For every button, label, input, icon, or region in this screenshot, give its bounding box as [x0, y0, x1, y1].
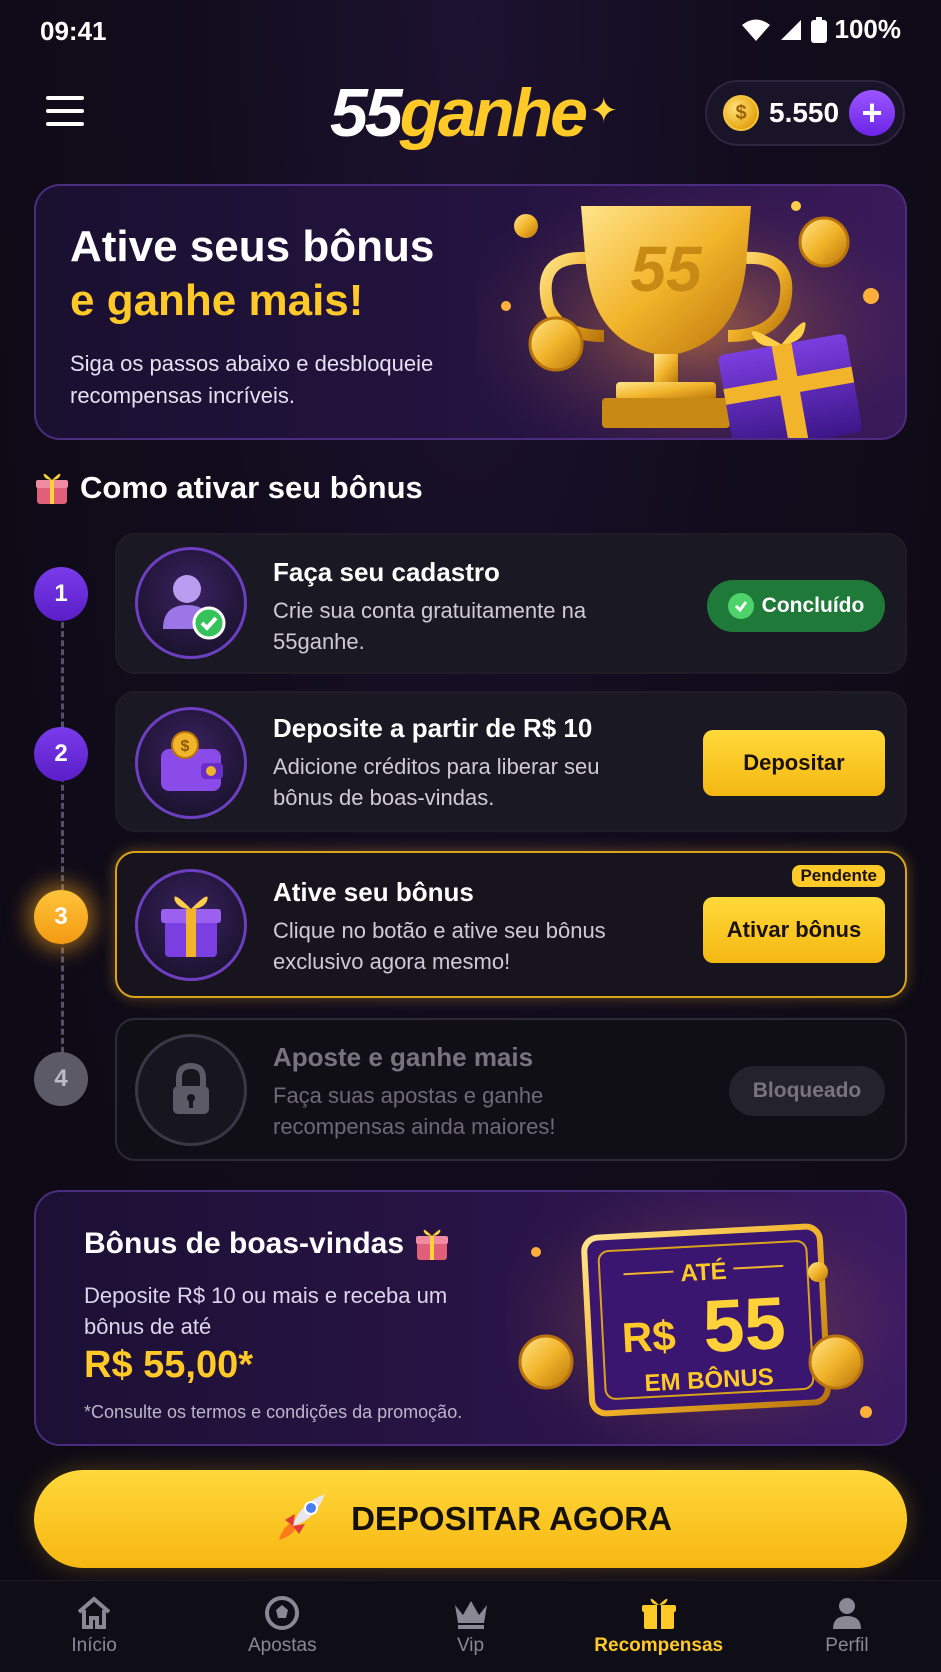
nav-label: Recompensas: [594, 1635, 724, 1656]
gift-icon: [641, 1598, 676, 1629]
menu-icon-bar: [46, 122, 84, 126]
step-card-register: Faça seu cadastro Crie sua conta gratuit…: [115, 533, 907, 674]
logo-part-number: 55: [330, 75, 403, 151]
pending-badge: Pendente: [792, 865, 885, 887]
bonus-ticket-illustration: ATÉ R$ 55 EM BÔNUS: [506, 1192, 905, 1444]
deposit-now-button[interactable]: DEPOSITAR AGORA: [34, 1470, 907, 1568]
home-icon: [77, 1596, 111, 1629]
soccer-ball-icon: [265, 1596, 300, 1630]
logo-part-word: ganhe: [399, 75, 588, 151]
balance-pill[interactable]: $ 5.550 +: [705, 80, 905, 146]
step-title: Ative seu bônus: [273, 877, 474, 907]
coin-icon: $: [723, 95, 759, 131]
rocket-icon: [279, 1494, 326, 1540]
gift-icon: [36, 473, 68, 504]
gift-icon: [416, 1229, 449, 1260]
step-title: Deposite a partir de R$ 10: [273, 713, 593, 743]
completed-badge: Concluído: [707, 580, 885, 632]
balance-value: 5.550: [769, 97, 840, 128]
cta-label: DEPOSITAR AGORA: [351, 1500, 672, 1537]
bonus-description: Deposite R$ 10 ou mais e receba um bônus…: [84, 1283, 448, 1339]
nav-label: Apostas: [247, 1635, 317, 1656]
bonus-amount: R$ 55,00*: [84, 1344, 254, 1386]
app-logo[interactable]: 55ganhe ✦: [330, 68, 618, 158]
bonus-title-text: Bônus de boas-vindas: [84, 1227, 405, 1260]
hero-title-line1: Ative seus bônus: [70, 222, 435, 271]
ticket-top-text: ATÉ: [680, 1257, 728, 1287]
nav-item-perfil[interactable]: Perfil: [753, 1581, 941, 1672]
ticket-currency: R$: [621, 1312, 677, 1362]
welcome-bonus-card: Bônus de boas-vindas Deposite R$ 10 ou m…: [34, 1190, 907, 1446]
nav-label: Perfil: [825, 1635, 869, 1656]
step-number: 1: [34, 567, 88, 621]
step-card-deposit: $ Deposite a partir de R$ 10 Adicione cr…: [115, 691, 907, 832]
hero-subtitle: Siga os passos abaixo e desbloqueie reco…: [70, 351, 434, 408]
step-number: 4: [34, 1052, 88, 1106]
signal-icon: [780, 19, 801, 40]
step-card-activate: Pendente Ative seu bônus Clique no botão…: [115, 851, 907, 998]
hero-title-line2: e ganhe mais!: [70, 276, 364, 325]
trophy-number: 55: [630, 233, 703, 305]
nav-item-apostas[interactable]: Apostas: [188, 1581, 376, 1672]
menu-icon-bar: [46, 109, 84, 113]
wallet-icon: $: [135, 707, 247, 819]
nav-label: Início: [71, 1635, 117, 1656]
nav-label: Vip: [456, 1635, 485, 1656]
menu-icon-bar: [46, 96, 84, 100]
menu-button[interactable]: [46, 96, 84, 126]
crown-icon: [454, 1601, 487, 1629]
step-number: 3: [34, 890, 88, 944]
hero-banner: Ative seus bônus e ganhe mais! Siga os p…: [34, 184, 907, 440]
completed-label: Concluído: [761, 594, 865, 617]
step-description: Faça suas apostas e ganhe recompensas ai…: [273, 1083, 556, 1139]
nav-item-recompensas[interactable]: Recompensas: [565, 1581, 753, 1672]
step-number: 2: [34, 727, 88, 781]
bottom-navigation: Início Apostas Vip Recompensas Perfil: [0, 1580, 941, 1672]
deposit-button[interactable]: Depositar: [703, 730, 885, 796]
step-title: Aposte e ganhe mais: [273, 1042, 534, 1072]
nav-item-inicio[interactable]: Início: [0, 1581, 188, 1672]
battery-icon: [810, 16, 827, 43]
locked-button: Bloqueado: [729, 1066, 885, 1116]
step-description: Crie sua conta gratuitamente na 55ganhe.: [273, 598, 587, 654]
status-time: 09:41: [40, 16, 107, 46]
user-check-icon: [135, 547, 247, 659]
lock-icon: [135, 1034, 247, 1146]
gift-icon: [135, 869, 247, 981]
timeline-connector: [61, 595, 64, 1080]
section-title-text: Como ativar seu bônus: [80, 470, 423, 505]
bonus-terms: *Consulte os termos e condições da promo…: [84, 1402, 463, 1422]
status-icons: 100%: [741, 14, 902, 45]
section-title: Como ativar seu bônus: [34, 470, 423, 506]
sparkle-icon: ✦: [589, 92, 618, 130]
bonus-title: Bônus de boas-vindas: [84, 1226, 450, 1262]
step-title: Faça seu cadastro: [273, 557, 500, 587]
step-card-bet: Aposte e ganhe mais Faça suas apostas e …: [115, 1018, 907, 1161]
step-description: Clique no botão e ative seu bônus exclus…: [273, 918, 606, 974]
add-balance-button[interactable]: +: [849, 90, 895, 136]
ticket-value: 55: [701, 1281, 788, 1368]
wifi-icon: [741, 19, 770, 41]
user-icon: [832, 1598, 861, 1629]
trophy-illustration: 55: [476, 186, 905, 438]
battery-percent: 100%: [834, 14, 902, 44]
nav-item-vip[interactable]: Vip: [376, 1581, 564, 1672]
activate-bonus-button[interactable]: Ativar bônus: [703, 897, 885, 963]
svg-text:$: $: [181, 738, 190, 755]
check-icon: [727, 593, 754, 619]
step-description: Adicione créditos para liberar seu bônus…: [273, 754, 600, 810]
